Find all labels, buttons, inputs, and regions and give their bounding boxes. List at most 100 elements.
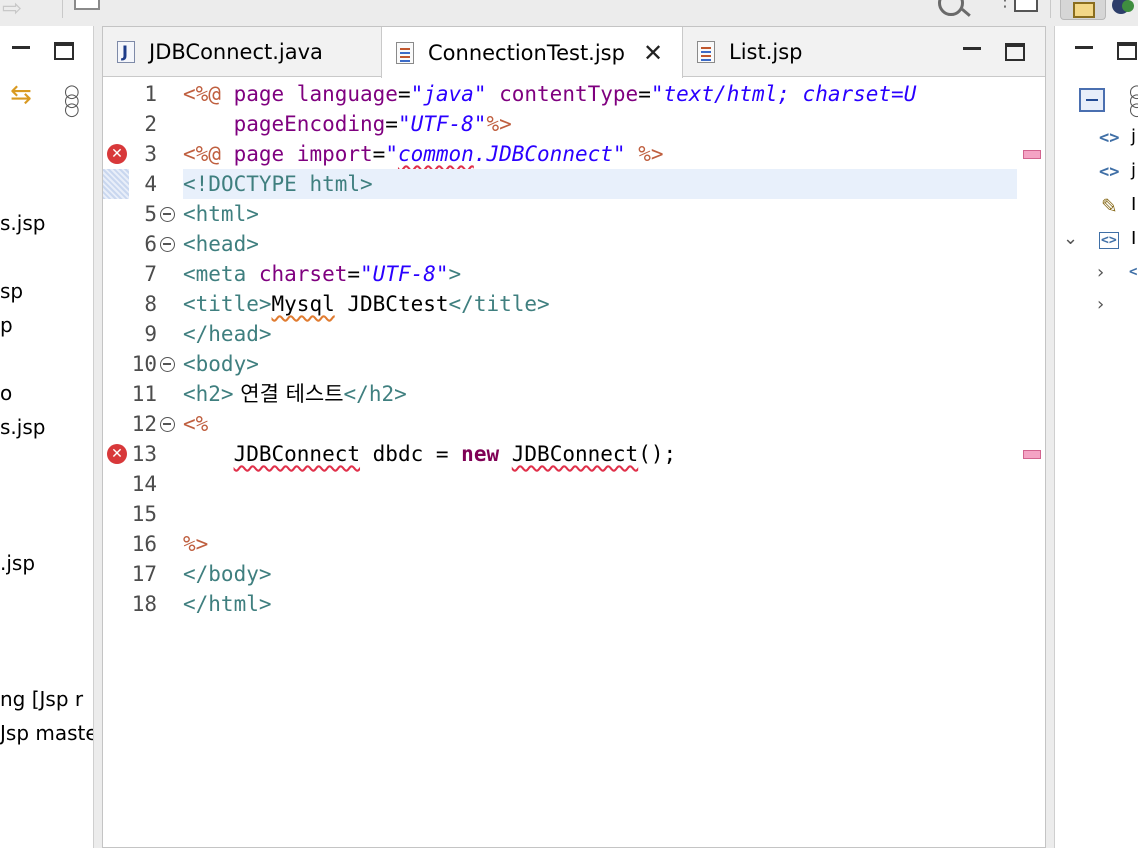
spelling-warning-text: Mysql bbox=[271, 292, 335, 316]
link-with-editor-icon[interactable]: ⇆ bbox=[10, 82, 32, 108]
search-icon[interactable] bbox=[938, 0, 964, 16]
maximize-icon[interactable] bbox=[1005, 43, 1025, 61]
directive-keyword: page bbox=[220, 82, 297, 106]
line-number: 6 bbox=[144, 232, 157, 256]
line-content: pageEncoding="UTF-8"%> bbox=[183, 109, 1017, 139]
outline-item[interactable]: › bbox=[1055, 292, 1138, 322]
unresolved-type: JDBConnect bbox=[511, 442, 639, 466]
maximize-icon[interactable] bbox=[54, 42, 74, 60]
code-line: 2 pageEncoding="UTF-8"%> bbox=[103, 109, 1045, 139]
minimize-icon[interactable] bbox=[12, 46, 30, 49]
maximize-icon[interactable] bbox=[1117, 42, 1137, 60]
code-line: 10 <body> bbox=[103, 349, 1045, 379]
code-line: 12 <% bbox=[103, 409, 1045, 439]
jsp-file-icon bbox=[396, 41, 414, 64]
tag-icon: <> bbox=[1099, 128, 1120, 148]
close-tab-icon[interactable]: ✕ bbox=[643, 41, 663, 65]
code-line: 1 <%@ page language="java" contentType="… bbox=[103, 79, 1045, 109]
chevron-down-icon[interactable]: ⌄ bbox=[1063, 228, 1078, 249]
tag-icon: <> bbox=[1099, 162, 1120, 182]
tree-item[interactable]: s.jsp bbox=[0, 210, 45, 236]
tree-item[interactable]: Jsp maste bbox=[0, 720, 93, 746]
fold-collapse-icon[interactable] bbox=[160, 237, 175, 252]
code-line: 8 <title>Mysql JDBCtest</title> bbox=[103, 289, 1045, 319]
line-number: 14 bbox=[131, 472, 157, 496]
tag-open: < bbox=[183, 172, 196, 196]
line-number: 1 bbox=[144, 82, 157, 106]
code-line: 7 <meta charset="UTF-8"> bbox=[103, 259, 1045, 289]
tag: <head> bbox=[183, 232, 259, 256]
tree-item[interactable]: .jsp bbox=[0, 550, 35, 576]
outline-item[interactable]: <> j bbox=[1055, 124, 1138, 154]
tab-label: ConnectionTest.jsp bbox=[428, 40, 625, 65]
tab-connectiontest-jsp[interactable]: ConnectionTest.jsp ✕ bbox=[381, 27, 683, 78]
outline-item-label: j bbox=[1131, 160, 1137, 181]
attribute-value: " bbox=[612, 142, 626, 166]
jsp-directive-close: %> bbox=[486, 112, 512, 136]
line-number: 17 bbox=[131, 562, 157, 586]
code-line: 16 %> bbox=[103, 529, 1045, 559]
tab-label: JDBConnect.java bbox=[149, 40, 323, 64]
more-options-icon[interactable]: ⋮ bbox=[996, 0, 1014, 10]
tree-item[interactable]: p bbox=[0, 312, 13, 338]
brush-icon: ✎ bbox=[1101, 194, 1118, 218]
attribute-name: pageEncoding bbox=[233, 112, 386, 136]
java-ee-perspective-icon[interactable] bbox=[1060, 0, 1106, 20]
tree-item[interactable]: s.jsp bbox=[0, 414, 45, 440]
line-content bbox=[183, 469, 1017, 499]
code-line: 9 </head> bbox=[103, 319, 1045, 349]
open-perspective-icon[interactable] bbox=[1014, 0, 1038, 12]
open-type-icon[interactable] bbox=[74, 0, 100, 10]
tree-item[interactable]: o bbox=[0, 380, 12, 406]
line-number: 10 bbox=[131, 352, 157, 376]
chevron-right-icon[interactable]: › bbox=[1097, 294, 1104, 315]
attribute-value: "UTF-8" bbox=[397, 112, 487, 136]
outline-item[interactable]: ⌄ <> I bbox=[1055, 226, 1138, 256]
line-content: </body> bbox=[183, 559, 1017, 589]
tag: </h2> bbox=[343, 382, 407, 406]
web-perspective-icon[interactable] bbox=[1112, 0, 1134, 14]
attribute-name: import bbox=[296, 142, 373, 166]
fold-collapse-icon[interactable] bbox=[160, 357, 175, 372]
line-content: <% bbox=[183, 409, 1017, 439]
fold-collapse-icon[interactable] bbox=[160, 417, 175, 432]
minimize-icon[interactable] bbox=[1075, 46, 1093, 49]
overview-error-marker[interactable] bbox=[1023, 150, 1041, 159]
tab-jdbconnect-java[interactable]: JDBConnect.java bbox=[117, 27, 323, 77]
line-content: <head> bbox=[183, 229, 1017, 259]
tag: <html> bbox=[183, 202, 259, 226]
forward-arrow-icon[interactable]: ⇨ bbox=[2, 0, 22, 22]
toolbar-separator bbox=[62, 0, 63, 18]
outline-item[interactable]: ✎ I bbox=[1055, 192, 1138, 222]
outline-item[interactable]: <> j bbox=[1055, 158, 1138, 188]
tree-item[interactable]: ng [Jsp r bbox=[0, 686, 83, 712]
fold-collapse-icon[interactable] bbox=[160, 207, 175, 222]
tab-label: List.jsp bbox=[729, 40, 803, 64]
overview-error-marker[interactable] bbox=[1023, 450, 1041, 459]
line-content: </html> bbox=[183, 589, 1017, 619]
chevron-right-icon[interactable]: › bbox=[1097, 262, 1104, 283]
code-line: ✕ 3 <%@ page import="common.JDBConnect" … bbox=[103, 139, 1045, 169]
view-menu-icon[interactable]: ○○○ bbox=[1129, 83, 1138, 119]
tab-list-jsp[interactable]: List.jsp bbox=[697, 27, 803, 77]
code-text-area[interactable]: 1 <%@ page language="java" contentType="… bbox=[103, 77, 1045, 847]
line-content bbox=[183, 499, 1017, 529]
line-number: 15 bbox=[131, 502, 157, 526]
line-number: 11 bbox=[131, 382, 157, 406]
line-content: <%@ page language="java" contentType="te… bbox=[183, 79, 1017, 109]
tree-item[interactable]: sp bbox=[0, 278, 23, 304]
line-number: 3 bbox=[144, 142, 157, 166]
collapse-all-icon[interactable] bbox=[1079, 88, 1105, 112]
toolbar-separator bbox=[1050, 0, 1051, 18]
attribute-value: "java" bbox=[410, 82, 487, 106]
equals: = bbox=[372, 142, 386, 166]
outline-item[interactable]: › < bbox=[1055, 260, 1138, 290]
view-menu-icon[interactable]: ○○○ bbox=[64, 83, 80, 119]
editor-tab-bar: JDBConnect.java ConnectionTest.jsp ✕ Lis… bbox=[103, 27, 1045, 78]
minimize-icon[interactable] bbox=[963, 47, 981, 50]
jsp-directive-open: <%@ bbox=[183, 82, 221, 106]
attribute-name: charset bbox=[246, 262, 348, 286]
tag-icon: < bbox=[1129, 264, 1138, 280]
attribute-value: "text/html; charset=U bbox=[650, 82, 917, 106]
tag: <h2> bbox=[183, 382, 234, 406]
